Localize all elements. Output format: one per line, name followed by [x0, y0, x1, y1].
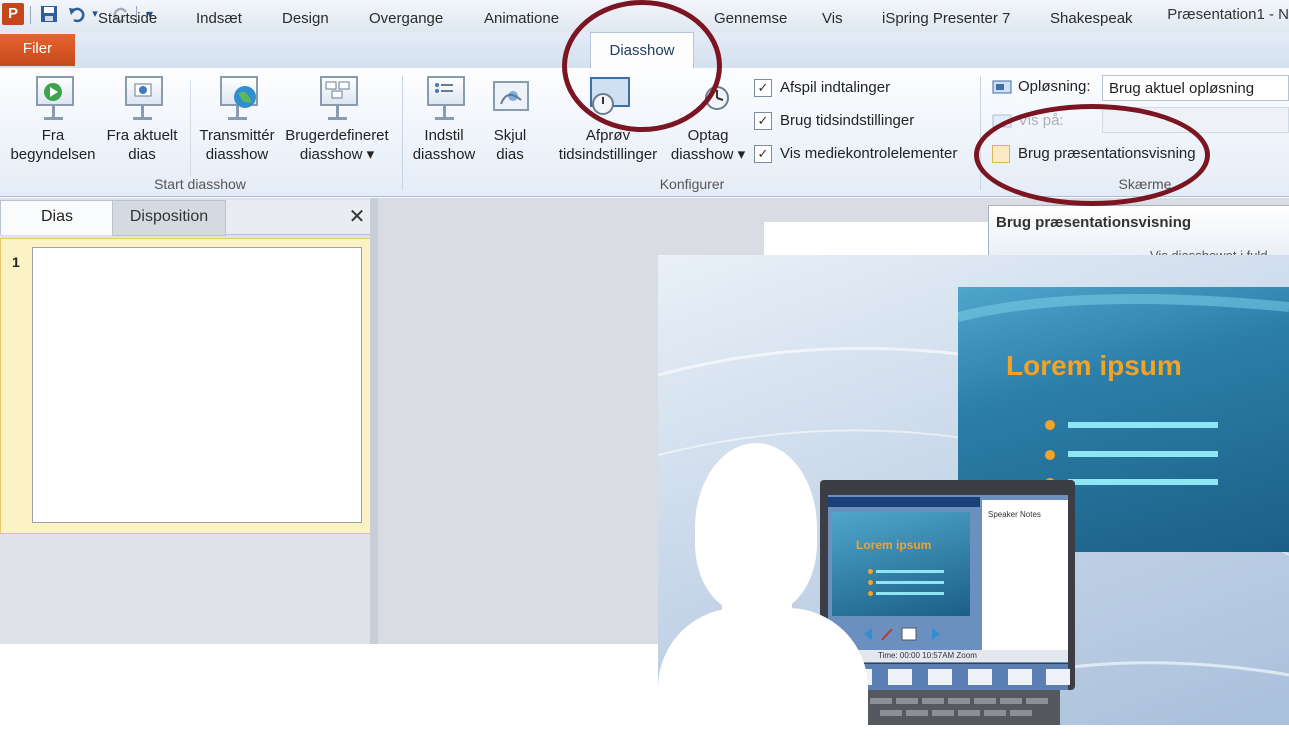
setup-slideshow-button[interactable]: Indstil diasshow [406, 72, 482, 164]
bullet-dot [1045, 420, 1055, 430]
highlight-circle-presenter-view [974, 104, 1210, 206]
thumbnail [968, 669, 992, 685]
show-media-controls-checkbox[interactable]: ✓ Vis mediekontrolelementer [754, 142, 957, 166]
broadcast-slideshow-button[interactable]: Transmittér diasshow [194, 72, 280, 164]
thumbnail [1008, 669, 1032, 685]
tab-startside[interactable]: Startside [88, 7, 167, 33]
tab-vis[interactable]: Vis [812, 7, 853, 33]
checkbox-checked-icon[interactable]: ✓ [754, 79, 772, 98]
checkbox-checked-icon[interactable]: ✓ [754, 145, 772, 164]
bullet-dot [868, 569, 873, 574]
projected-slide-title: Lorem ipsum [1006, 350, 1182, 381]
setup-slideshow-icon [421, 72, 467, 122]
bullet-line [1068, 479, 1218, 485]
custom-slideshow-button[interactable]: Brugerdefineret diasshow ▾ [280, 72, 394, 164]
checkbox-label: Vis mediekontrolelementer [780, 145, 958, 162]
slide-number: 1 [12, 254, 20, 270]
button-label: diasshow ▾ [299, 146, 375, 163]
current-slide-preview [832, 512, 970, 616]
button-label: dias [496, 146, 524, 163]
resolution-icon [992, 80, 1012, 96]
bullet-dot [868, 591, 873, 596]
checkbox-label: Afspil indtalinger [780, 79, 891, 96]
thumbnail [888, 669, 912, 685]
presenter-nav-controls [862, 626, 942, 642]
group-label-start-slideshow: Start diasshow [154, 176, 246, 192]
from-beginning-button[interactable]: Fra begyndelsen [4, 72, 102, 164]
bullet-line [876, 592, 944, 595]
checkbox-label: Brug tidsindstillinger [780, 112, 915, 129]
bullet-dot [868, 580, 873, 585]
powerpoint-app-icon[interactable]: P [2, 3, 24, 25]
broadcast-globe-icon [214, 72, 260, 122]
button-label: Fra [41, 127, 65, 144]
bullet-line [876, 570, 944, 573]
speaker-notes-pane [982, 500, 1068, 650]
tab-design[interactable]: Design [272, 7, 339, 33]
button-label: Indstil [424, 127, 464, 144]
tab-outline[interactable]: Disposition [112, 200, 226, 236]
bullet-line [1068, 451, 1218, 457]
tab-indsaet[interactable]: Indsæt [186, 7, 252, 33]
button-label: begyndelsen [10, 146, 96, 163]
hide-slide-icon [487, 72, 533, 122]
highlight-circle-diasshow-tab [562, 0, 722, 132]
button-label: Skjul [493, 127, 527, 144]
resolution-dropdown[interactable]: Brug aktuel opløsning [1102, 75, 1289, 101]
button-label: tidsindstillinger [558, 146, 658, 163]
button-label: Fra aktuelt [106, 127, 178, 144]
button-label: dias [128, 146, 156, 163]
slide-thumbnail[interactable] [32, 247, 362, 523]
hide-slide-button[interactable]: Skjul dias [482, 72, 538, 164]
thumbnail [928, 669, 952, 685]
button-label: diasshow ▾ [670, 146, 746, 163]
slideshow-current-icon [119, 72, 165, 122]
presenter-status-strip: Time: 00:00 10:57AM Zoom [828, 650, 1068, 662]
button-label: Brugerdefineret [285, 127, 389, 144]
tab-animationer[interactable]: Animatione [474, 7, 569, 33]
use-timings-checkbox[interactable]: ✓ Brug tidsindstillinger [754, 109, 914, 133]
play-narrations-checkbox[interactable]: ✓ Afspil indtalinger [754, 76, 890, 100]
undo-icon[interactable] [66, 3, 88, 25]
slideshow-play-icon [30, 72, 76, 122]
tab-gennemse[interactable]: Gennemse [704, 7, 797, 33]
resolution-label: Opløsning: [1018, 78, 1091, 95]
bullet-line [876, 581, 944, 584]
thumbnail [1046, 669, 1070, 685]
button-label: Transmittér [199, 127, 275, 144]
tab-slides[interactable]: Dias [0, 200, 114, 235]
tab-overgange[interactable]: Overgange [359, 7, 453, 33]
button-label: Optag [687, 127, 729, 144]
from-current-slide-button[interactable]: Fra aktuelt dias [100, 72, 184, 164]
presenter-silhouette-head [695, 443, 817, 613]
presenter-toolbar [828, 497, 980, 507]
speaker-notes-label: Speaker Notes [988, 510, 1041, 519]
save-icon[interactable] [38, 3, 60, 25]
tab-file[interactable]: Filer [0, 34, 75, 66]
button-label: diasshow [205, 146, 269, 163]
tooltip-title: Brug præsentationsvisning [996, 214, 1192, 231]
close-icon[interactable]: ✕ [346, 205, 368, 229]
group-label-configure: Konfigurer [659, 176, 725, 192]
bullet-line [1068, 422, 1218, 428]
divider [190, 80, 191, 176]
tab-ispring[interactable]: iSpring Presenter 7 [872, 7, 1020, 33]
tab-shakespeak[interactable]: Shakespeak [1040, 7, 1143, 33]
bullet-dot [1045, 450, 1055, 460]
quick-access-separator [30, 6, 31, 24]
window-title: Præsentation1 - N [1167, 6, 1289, 23]
checkbox-checked-icon[interactable]: ✓ [754, 112, 772, 131]
button-label: diasshow [412, 146, 476, 163]
custom-slideshow-icon [314, 72, 360, 122]
preview-slide-title: Lorem ipsum [856, 538, 932, 552]
laptop-keyboard [860, 690, 1060, 725]
group-divider [402, 76, 403, 190]
panel-splitter[interactable] [370, 198, 378, 644]
